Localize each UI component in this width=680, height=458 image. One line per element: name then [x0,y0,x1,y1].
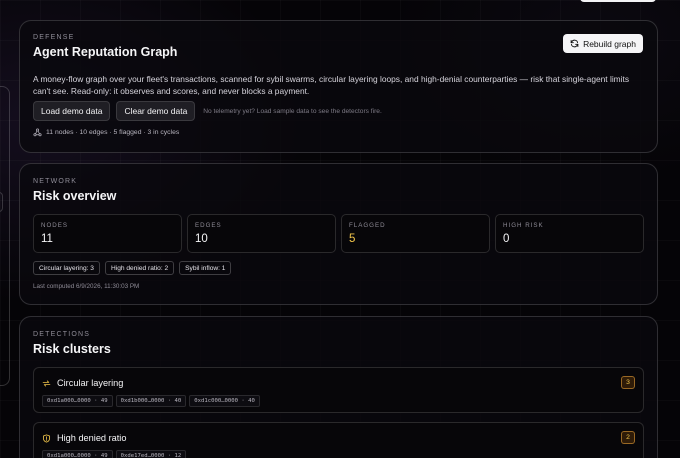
card-title: Risk overview [33,189,117,203]
cluster-count-badge: 2 [621,431,635,444]
address-chip[interactable]: 0xd1b000…0000 · 40 [115,395,187,407]
metric-nodes: NODES 11 [33,214,182,253]
metric-value: 11 [41,233,53,245]
metric-label: HIGH RISK [503,222,544,229]
address-chip[interactable]: 0xd1c000…0000 · 40 [189,395,260,407]
metric-value: 0 [503,233,510,245]
graph-nodes-icon [33,128,42,137]
reputation-graph-card: DEFENSE Agent Reputation Graph Rebuild g… [19,20,658,153]
metric-edges: EDGES 10 [187,214,336,253]
top-header-button[interactable] [580,0,656,2]
address-chip[interactable]: 0xd1a000…0000 · 49 [42,450,113,458]
sidebar-edge [0,86,10,386]
section-eyebrow: NETWORK [33,178,78,185]
metric-value: 10 [195,233,208,245]
risk-overview-card: NETWORK Risk overview NODES 11 EDGES 10 … [19,163,658,305]
load-demo-data-button[interactable]: Load demo data [33,101,111,121]
chip-circular-layering[interactable]: Circular layering: 3 [33,261,100,275]
refresh-icon [570,39,579,48]
clear-demo-data-button[interactable]: Clear demo data [116,101,196,121]
address-chip[interactable]: 0xd1a000…0000 · 49 [42,395,113,407]
chip-sybil-inflow[interactable]: Sybil inflow: 1 [179,261,232,275]
metric-label: EDGES [195,222,222,229]
card-description: A money-flow graph over your fleet's tra… [33,74,630,96]
metric-high-risk: HIGH RISK 0 [495,214,644,253]
address-chip[interactable]: 0xde17ed…0000 · 12 [115,450,187,458]
card-title: Risk clusters [33,342,111,356]
graph-stats: 11 nodes · 10 edges · 5 flagged · 3 in c… [33,128,179,137]
cluster-high-denied-ratio[interactable]: High denied ratio 2 0xd1a000…0000 · 49 0… [33,422,644,458]
cluster-circular-layering[interactable]: Circular layering 3 0xd1a000…0000 · 49 0… [33,367,644,413]
sidebar-edge-tab [0,192,3,212]
rebuild-graph-button[interactable]: Rebuild graph [563,34,643,53]
telemetry-hint: No telemetry yet? Load sample data to se… [203,107,382,115]
shield-icon [42,433,51,443]
metric-label: FLAGGED [349,222,386,229]
cluster-name: Circular layering [57,378,124,388]
cluster-name: High denied ratio [57,433,127,443]
metric-label: NODES [41,222,69,229]
section-eyebrow: DETECTIONS [33,331,91,338]
last-computed: Last computed 6/9/2026, 11:30:03 PM [33,283,140,290]
cycle-arrows-icon [42,380,51,386]
card-title: Agent Reputation Graph [33,45,178,59]
risk-clusters-card: DETECTIONS Risk clusters Circular layeri… [19,316,658,458]
graph-stats-text: 11 nodes · 10 edges · 5 flagged · 3 in c… [46,129,180,136]
rebuild-graph-label: Rebuild graph [583,38,636,49]
chip-high-denied-ratio[interactable]: High denied ratio: 2 [104,261,175,275]
cluster-count-badge: 3 [621,376,635,389]
metric-flagged: FLAGGED 5 [341,214,490,253]
section-eyebrow: DEFENSE [33,34,75,41]
metric-value: 5 [349,233,356,245]
